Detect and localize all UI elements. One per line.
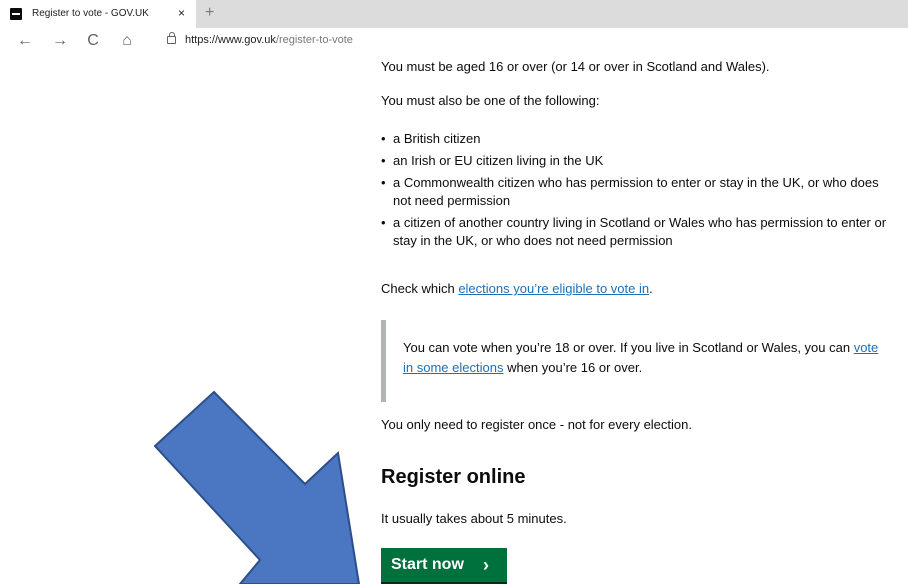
annotation-arrow-overlay bbox=[153, 390, 361, 584]
pointing-arrow-icon bbox=[153, 390, 361, 584]
